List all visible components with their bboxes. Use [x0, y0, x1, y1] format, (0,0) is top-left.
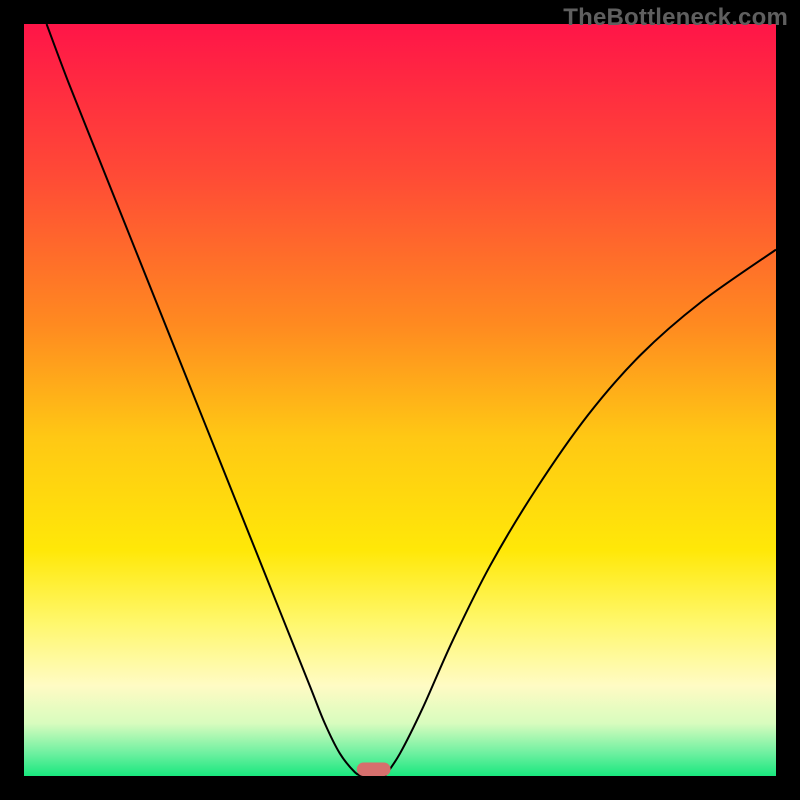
- chart-background: [24, 24, 776, 776]
- bottleneck-chart: [24, 24, 776, 776]
- interval-marker: [357, 762, 391, 776]
- chart-frame: TheBottleneck.com: [0, 0, 800, 800]
- watermark-label: TheBottleneck.com: [563, 4, 788, 32]
